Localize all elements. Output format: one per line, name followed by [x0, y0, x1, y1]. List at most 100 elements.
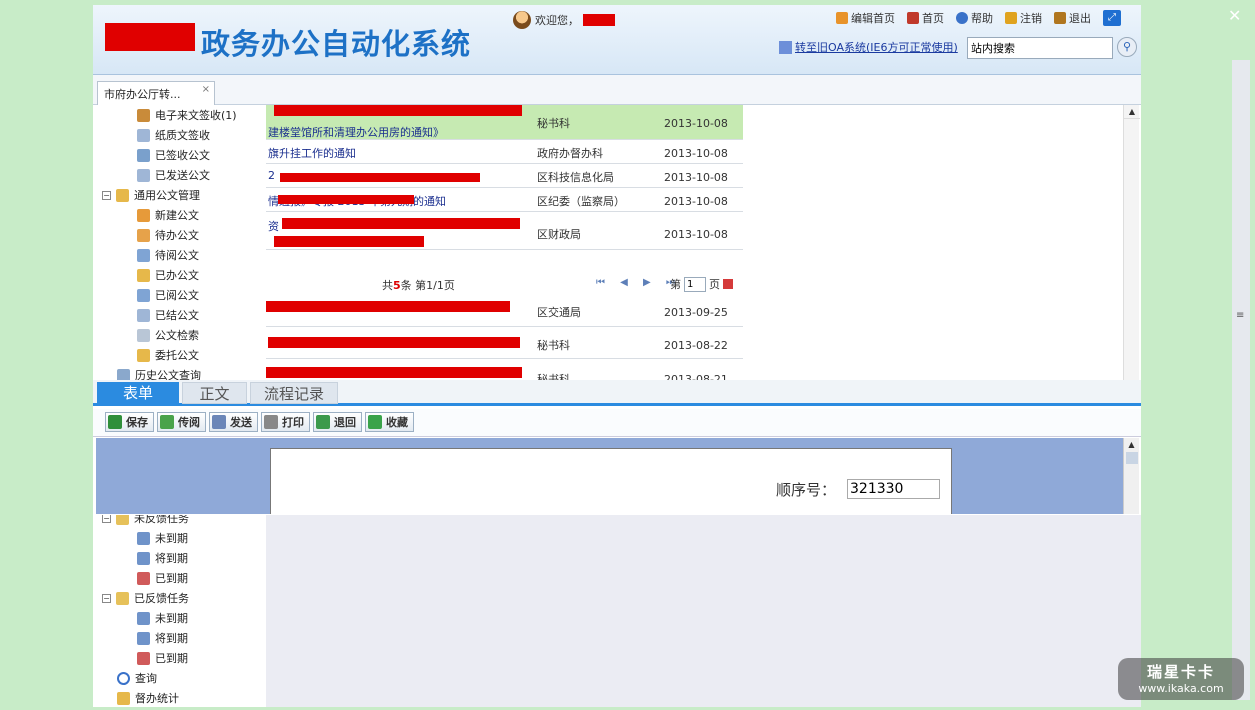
old-oa-link[interactable]: 转至旧OA系统(IE6方可正常使用) [779, 39, 958, 55]
tree-item-e-inbox[interactable]: 电子来文签收(1) [137, 106, 237, 124]
table-row[interactable]: 建楼堂馆所和清理办公用房的通知》 秘书科 2013-10-08 [266, 105, 743, 140]
scroll-thumb[interactable] [1126, 452, 1138, 464]
tree-group-fed-tasks[interactable]: − 已反馈任务 [102, 589, 189, 607]
watermark: 瑞星卡卡 www.ikaka.com [1118, 658, 1244, 700]
tab-flow-record[interactable]: 流程记录 [250, 382, 338, 404]
form-scrollbar[interactable]: ▲ [1123, 438, 1139, 514]
sequence-label: 顺序号： [776, 481, 837, 499]
content-pane [266, 515, 1141, 707]
todo-doc-icon [137, 228, 150, 242]
clock-icon [137, 631, 150, 645]
go-page-icon[interactable] [723, 279, 733, 289]
tab-form[interactable]: 表单 [97, 382, 179, 404]
tree-item-due-soon[interactable]: 将到期 [137, 549, 188, 567]
tree-item-history[interactable]: 历史公文查询 [117, 366, 201, 380]
table-row[interactable]: 旗升挂工作的通知 政府办督办科 2013-10-08 [266, 140, 743, 164]
form-frame: 顺序号： [96, 438, 1123, 514]
scroll-up-icon[interactable]: ▲ [1124, 105, 1140, 119]
tree-item-delegate[interactable]: 委托公文 [137, 346, 199, 364]
form-tabs: 表单 正文 流程记录 [93, 380, 1141, 406]
document-list: 建楼堂馆所和清理办公用房的通知》 秘书科 2013-10-08 旗升挂工作的通知… [266, 105, 743, 380]
tree-item-not-due[interactable]: 未到期 [137, 529, 188, 547]
collapse-toggle[interactable]: − [102, 515, 111, 523]
close-icon[interactable]: ✕ [1228, 6, 1241, 25]
page-jump: 第 页 [670, 276, 733, 292]
tree-item-todo[interactable]: 待办公文 [137, 226, 199, 244]
favorite-button[interactable]: 收藏 [365, 412, 414, 432]
save-button[interactable]: 保存 [105, 412, 154, 432]
scroll-up-icon[interactable]: ▲ [1124, 438, 1139, 452]
stats-icon [117, 691, 130, 705]
title-redacted [266, 301, 510, 312]
page-number-input[interactable] [684, 276, 706, 292]
print-button[interactable]: 打印 [261, 412, 310, 432]
tree-item-done[interactable]: 已办公文 [137, 266, 199, 284]
send-button[interactable]: 发送 [209, 412, 258, 432]
tree-item-search[interactable]: 公文检索 [137, 326, 199, 344]
clock-icon [137, 651, 150, 665]
list-scrollbar[interactable]: ▲ [1123, 105, 1140, 380]
edit-home-link[interactable]: 编辑首页 [836, 10, 895, 26]
tree-item-paper-sign[interactable]: 纸质文签收 [137, 126, 210, 144]
page-nav-buttons[interactable]: ⏮ ◀ ▶ ⏭ [596, 277, 681, 288]
table-row[interactable]: 资 区财政局 2013-10-08 [266, 212, 743, 250]
tree-item-not-due[interactable]: 未到期 [137, 609, 188, 627]
home-icon [907, 12, 919, 24]
site-search-input[interactable] [967, 37, 1113, 59]
tree-item-closed[interactable]: 已结公文 [137, 306, 199, 324]
collapse-toggle[interactable]: − [102, 190, 111, 200]
tree-group-general-docs[interactable]: − 通用公文管理 [102, 186, 200, 204]
table-row[interactable]: 情通报》专报 2013 年第九期的通知 区纪委（监察局） 2013-10-08 [266, 188, 743, 212]
tab-strip: 市府办公厅转... × [93, 75, 1141, 105]
page-scrollbar[interactable]: ≡ [1232, 60, 1250, 700]
help-link[interactable]: 帮助 [956, 10, 993, 26]
folder-icon [116, 188, 129, 202]
collapse-toggle[interactable]: − [102, 593, 111, 603]
sequence-number-field[interactable] [847, 479, 940, 499]
top-links: 编辑首页 首页 帮助 注销 退出 ⤢ [836, 10, 1121, 26]
form-paper: 顺序号： [270, 448, 952, 514]
tree-item-sent[interactable]: 已发送公文 [137, 166, 210, 184]
logo-redacted [105, 23, 195, 51]
clock-icon [137, 571, 150, 585]
system-title: 政务办公自动化系统 [201, 27, 472, 61]
tree-item-signed[interactable]: 已签收公文 [137, 146, 210, 164]
logout-link[interactable]: 注销 [1005, 10, 1042, 26]
welcome-area: 欢迎您， [513, 11, 615, 29]
return-button[interactable]: 退回 [313, 412, 362, 432]
tab-document[interactable]: 市府办公厅转... × [97, 81, 215, 105]
nav-tree-bottom: − 未反馈任务 未到期 将到期 已到期 − 已反馈任务 未到期 将到期 已到期 查询… [93, 515, 266, 707]
watermark-url: www.ikaka.com [1138, 682, 1224, 695]
exit-link[interactable]: 退出 [1054, 10, 1091, 26]
fullscreen-icon[interactable]: ⤢ [1103, 10, 1121, 26]
folder-icon [116, 515, 129, 525]
paper-doc-icon [137, 128, 150, 142]
table-row[interactable]: 秘书科 2013-08-21 [266, 359, 743, 380]
save-icon [108, 415, 122, 429]
home-link[interactable]: 首页 [907, 10, 944, 26]
circulate-button[interactable]: 传阅 [157, 412, 206, 432]
tree-item-query[interactable]: 查询 [117, 669, 157, 687]
favorite-icon [368, 415, 382, 429]
tree-item-overdue[interactable]: 已到期 [137, 649, 188, 667]
table-row[interactable]: 2 区科技信息化局 2013-10-08 [266, 164, 743, 188]
tree-item-stats[interactable]: 督办统计 [117, 689, 179, 707]
scroll-grip-icon[interactable]: ≡ [1236, 310, 1244, 321]
return-icon [316, 415, 330, 429]
tree-item-overdue[interactable]: 已到期 [137, 569, 188, 587]
tree-group-unfed-tasks[interactable]: − 未反馈任务 [102, 515, 189, 527]
tree-item-new-doc[interactable]: 新建公文 [137, 206, 199, 224]
table-row[interactable]: 秘书科 2013-08-22 [266, 327, 743, 359]
tab-body-text[interactable]: 正文 [182, 382, 247, 404]
folder-icon [116, 591, 129, 605]
table-row[interactable]: 区交通局 2013-09-25 [266, 295, 743, 327]
tree-item-read[interactable]: 已阅公文 [137, 286, 199, 304]
read-doc-icon [137, 288, 150, 302]
signed-doc-icon [137, 148, 150, 162]
title-redacted [282, 218, 520, 229]
nav-tree-top: 电子来文签收(1) 纸质文签收 已签收公文 已发送公文 − 通用公文管理 新建公文… [93, 105, 266, 380]
tab-close-icon[interactable]: × [202, 84, 210, 95]
tree-item-due-soon[interactable]: 将到期 [137, 629, 188, 647]
search-icon[interactable]: ⚲ [1117, 37, 1137, 57]
tree-item-toread[interactable]: 待阅公文 [137, 246, 199, 264]
